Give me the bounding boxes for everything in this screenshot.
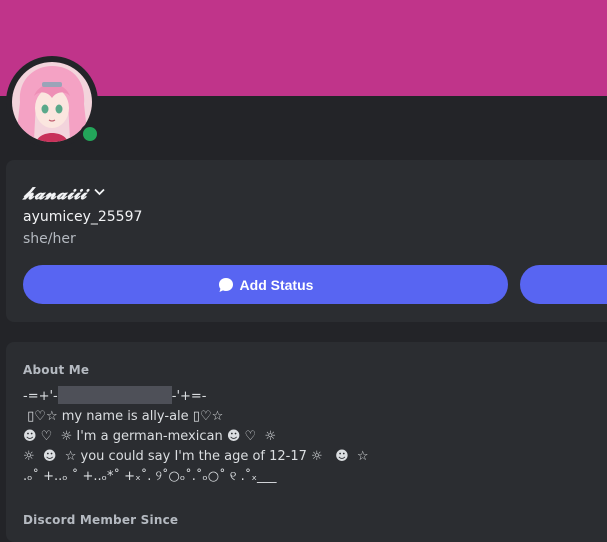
speech-bubble-icon: [218, 277, 234, 293]
about-line-1-left: -=+'-: [23, 389, 58, 404]
profile-info-card: 𝓱𝓪𝓷𝓪𝓲𝓲𝓲 ayumicey_25597 she/her Add Statu…: [6, 160, 607, 322]
about-line-4: ☼ ☻ ☆ you could say I'm the age of 12-17…: [23, 449, 369, 464]
about-me-heading: About Me: [23, 363, 90, 377]
secondary-action-button[interactable]: [520, 265, 607, 304]
display-name[interactable]: 𝓱𝓪𝓷𝓪𝓲𝓲𝓲: [23, 184, 87, 204]
about-line-3: ☻ ♡ ☼ I'm a german-mexican ☻ ♡ ☼: [23, 429, 277, 444]
about-me-text: -=+'- -'+=- ▯♡☆ my name is ally-ale ▯♡☆ ☻…: [23, 386, 369, 487]
online-status-icon: [80, 124, 100, 144]
about-card: About Me -=+'- -'+=- ▯♡☆ my name is ally-…: [6, 342, 607, 542]
about-line-2: ▯♡☆ my name is ally-ale ▯♡☆: [23, 409, 224, 424]
pronouns: she/her: [23, 231, 76, 247]
about-line-1-right: -'+=-: [171, 389, 207, 404]
add-status-button[interactable]: Add Status: [23, 265, 508, 304]
avatar-wrapper[interactable]: [6, 56, 100, 148]
add-status-label: Add Status: [239, 276, 314, 293]
member-since-heading: Discord Member Since: [23, 513, 179, 527]
username: ayumicey_25597: [23, 209, 143, 225]
about-line-5: .ₒ˚ +..ₒ ˚ +..ₒ*˚ +ₓ˚. ୨˚○ₒ˚.˚ₒ○˚ ୧ .˚ₓ_…: [23, 469, 277, 484]
redacted-block: [57, 386, 172, 404]
chevron-down-icon[interactable]: [94, 186, 105, 199]
